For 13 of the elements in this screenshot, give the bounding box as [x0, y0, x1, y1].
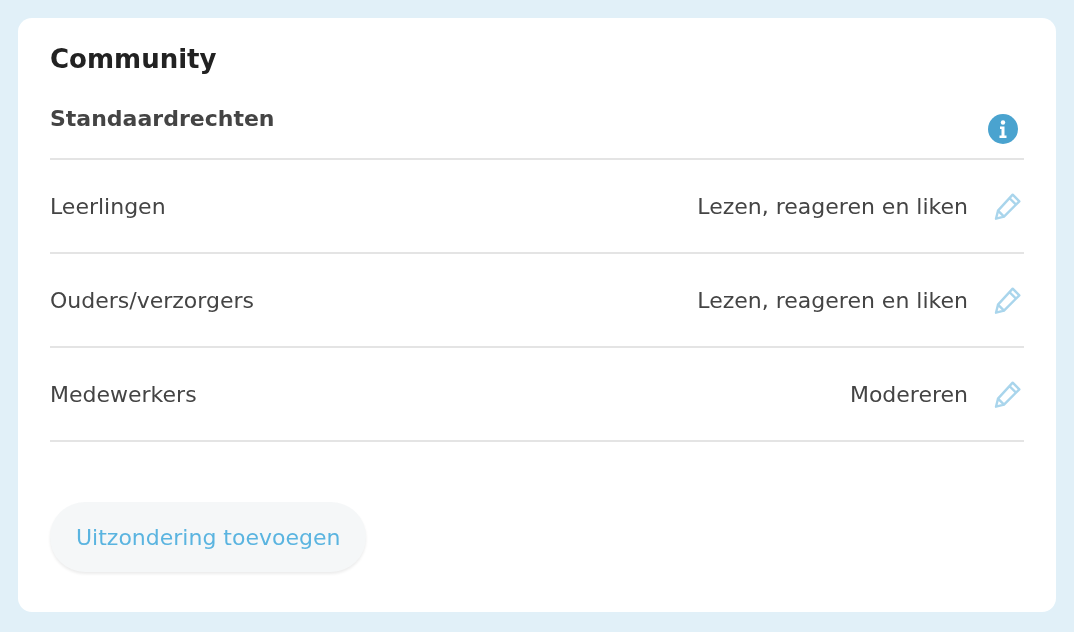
pencil-icon[interactable] [992, 284, 1024, 316]
add-exception-button[interactable]: Uitzondering toevoegen [50, 502, 367, 572]
permission-label: Lezen, reageren en liken [697, 286, 968, 315]
permission-label: Lezen, reageren en liken [697, 192, 968, 221]
group-label: Medewerkers [50, 380, 197, 409]
group-label: Ouders/verzorgers [50, 286, 254, 315]
pencil-icon[interactable] [992, 190, 1024, 222]
info-icon[interactable] [988, 114, 1018, 144]
group-label: Leerlingen [50, 192, 166, 221]
permission-label: Modereren [849, 380, 968, 409]
pencil-icon[interactable] [992, 378, 1024, 410]
card-title: Community [50, 43, 217, 76]
section-title: Standaardrechten [50, 105, 275, 133]
